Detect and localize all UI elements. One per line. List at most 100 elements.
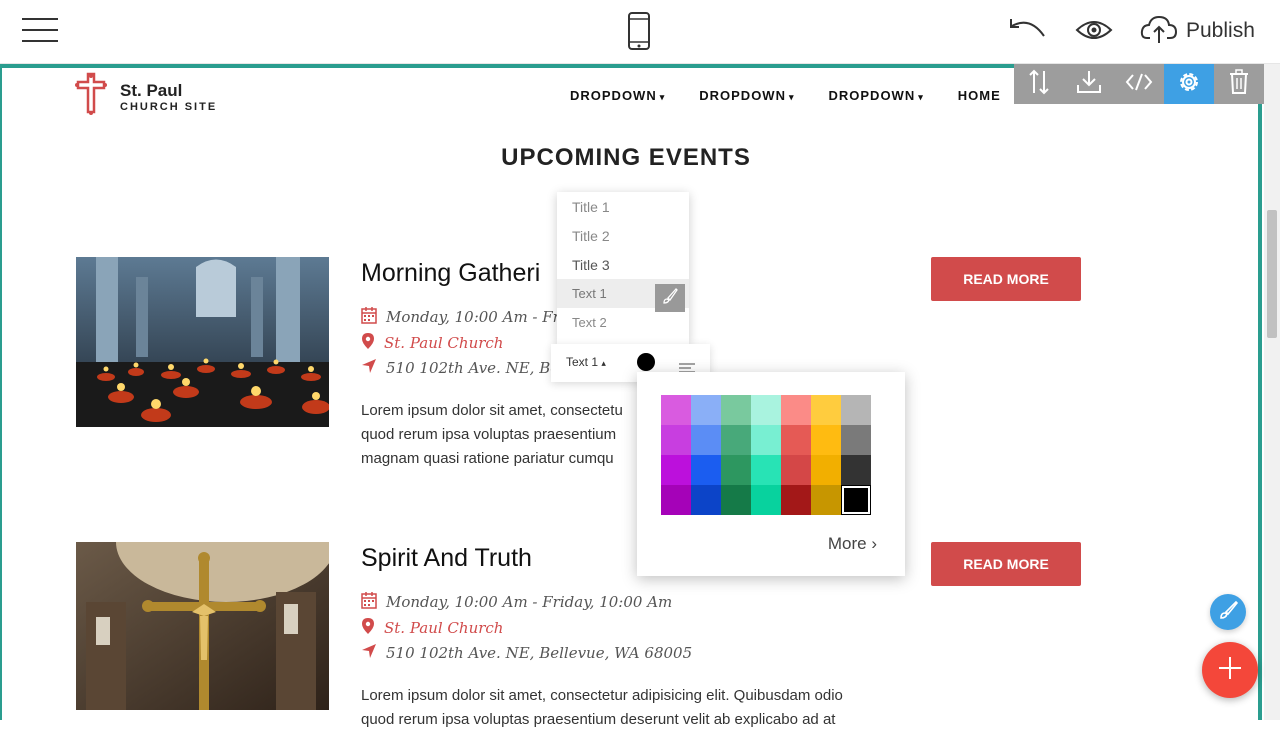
caret-up-icon: ▴ xyxy=(601,358,606,368)
event-place-text: St. Paul Church xyxy=(384,334,504,352)
calendar-icon xyxy=(361,591,377,613)
event-title[interactable]: Morning Gatheri xyxy=(361,259,540,288)
event-place: St. Paul Church xyxy=(361,617,503,639)
map-pin-icon xyxy=(361,332,375,354)
nav-item-dropdown-2[interactable]: DROPDOWN ▾ xyxy=(699,88,794,103)
nav-label: HOME xyxy=(957,88,1001,103)
color-swatch[interactable] xyxy=(691,395,721,425)
event-image-crucifix xyxy=(76,542,329,710)
color-swatch[interactable] xyxy=(811,425,841,455)
nav-item-dropdown-1[interactable]: DROPDOWN ▾ xyxy=(570,88,665,103)
color-swatch[interactable] xyxy=(661,395,691,425)
nav-label: DROPDOWN xyxy=(570,88,657,103)
gear-icon xyxy=(1176,69,1202,100)
download-button[interactable] xyxy=(1064,64,1114,104)
site-nav: DROPDOWN ▾ DROPDOWN ▾ DROPDOWN ▾ HOME xyxy=(570,88,1001,103)
theme-brush-button[interactable] xyxy=(1210,594,1246,630)
caret-down-icon: ▾ xyxy=(788,92,795,102)
color-swatch[interactable] xyxy=(721,455,751,485)
color-swatch[interactable] xyxy=(841,485,871,515)
description-line: quod rerum ipsa voluptas praesentium des… xyxy=(361,711,836,728)
mobile-view-icon[interactable] xyxy=(627,12,651,55)
color-swatch[interactable] xyxy=(661,455,691,485)
style-option-title-1[interactable]: Title 1 xyxy=(557,192,689,221)
more-colors-link[interactable]: More › xyxy=(828,534,877,554)
color-swatch[interactable] xyxy=(781,485,811,515)
settings-button[interactable] xyxy=(1164,64,1214,104)
trash-icon xyxy=(1228,68,1250,100)
color-swatch-grid xyxy=(661,395,871,515)
event-address-text: 510 102th Ave. NE, Belle xyxy=(386,359,578,377)
nav-label: DROPDOWN xyxy=(828,88,916,103)
map-pin-icon xyxy=(361,617,375,639)
editor-topbar: Publish xyxy=(0,0,1280,64)
color-swatch[interactable] xyxy=(751,455,781,485)
event-place: St. Paul Church xyxy=(361,332,503,354)
sort-arrows-icon xyxy=(1028,69,1050,100)
site-tagline: CHURCH SITE xyxy=(120,100,218,113)
preview-eye-icon[interactable] xyxy=(1075,18,1113,47)
site-brand[interactable]: St. Paul CHURCH SITE xyxy=(74,72,217,121)
scrollbar-thumb[interactable] xyxy=(1267,210,1277,338)
description-line: Lorem ipsum dolor sit amet, consectetur … xyxy=(361,687,843,704)
color-swatch[interactable] xyxy=(721,485,751,515)
color-swatch[interactable] xyxy=(751,395,781,425)
color-swatch[interactable] xyxy=(721,395,751,425)
color-swatch[interactable] xyxy=(721,425,751,455)
nav-item-dropdown-3[interactable]: DROPDOWN ▾ xyxy=(829,88,924,103)
color-swatch[interactable] xyxy=(751,485,781,515)
color-swatch[interactable] xyxy=(781,395,811,425)
read-more-button[interactable]: READ MORE xyxy=(931,257,1081,301)
read-more-button[interactable]: READ MORE xyxy=(931,542,1081,586)
event-date-text: Monday, 10:00 Am - Friday, 10:00 Am xyxy=(386,593,673,611)
color-swatch[interactable] xyxy=(781,425,811,455)
section-title[interactable]: UPCOMING EVENTS xyxy=(0,144,1252,172)
scrollbar-track[interactable] xyxy=(1264,64,1280,720)
color-swatch[interactable] xyxy=(781,455,811,485)
event-title[interactable]: Spirit And Truth xyxy=(361,544,532,573)
color-swatch[interactable] xyxy=(661,485,691,515)
color-swatch[interactable] xyxy=(841,395,871,425)
color-swatch[interactable] xyxy=(811,455,841,485)
event-image-candles xyxy=(76,257,329,427)
event-date: Monday, 10:00 Am - Frid xyxy=(361,306,574,328)
color-swatch[interactable] xyxy=(811,395,841,425)
publish-button[interactable]: Publish xyxy=(1140,14,1255,48)
undo-icon[interactable] xyxy=(1008,16,1048,49)
edit-style-button[interactable] xyxy=(655,284,685,312)
style-option-text-2[interactable]: Text 2 xyxy=(557,308,689,337)
color-swatch[interactable] xyxy=(691,455,721,485)
reorder-button[interactable] xyxy=(1014,64,1064,104)
caret-down-icon: ▾ xyxy=(659,92,666,102)
color-swatch[interactable] xyxy=(841,425,871,455)
site-name: St. Paul xyxy=(120,80,183,100)
event-description[interactable]: Lorem ipsum dolor sit amet, consectetur … xyxy=(361,684,921,732)
text-color-swatch[interactable] xyxy=(637,353,655,371)
event-place-text: St. Paul Church xyxy=(384,619,504,637)
cross-logo-icon xyxy=(74,72,108,121)
calendar-icon xyxy=(361,306,377,328)
color-swatch[interactable] xyxy=(811,485,841,515)
text-style-select[interactable]: Text 1 ▴ xyxy=(566,355,606,369)
style-option-title-3[interactable]: Title 3 xyxy=(557,250,689,279)
delete-button[interactable] xyxy=(1214,64,1264,104)
color-swatch[interactable] xyxy=(691,485,721,515)
publish-label: Publish xyxy=(1186,19,1255,42)
color-swatch[interactable] xyxy=(691,425,721,455)
brand-text: St. Paul CHURCH SITE xyxy=(120,81,217,113)
code-icon xyxy=(1125,72,1153,97)
event-date: Monday, 10:00 Am - Friday, 10:00 Am xyxy=(361,591,672,613)
color-swatch[interactable] xyxy=(661,425,691,455)
color-swatch[interactable] xyxy=(841,455,871,485)
plus-icon xyxy=(1217,655,1243,686)
event-address: 510 102th Ave. NE, Belle xyxy=(361,358,578,378)
code-button[interactable] xyxy=(1114,64,1164,104)
style-select-label: Text 1 xyxy=(566,355,599,369)
menu-icon[interactable] xyxy=(22,16,58,44)
color-swatch[interactable] xyxy=(751,425,781,455)
style-option-title-2[interactable]: Title 2 xyxy=(557,221,689,250)
nav-item-home[interactable]: HOME xyxy=(958,88,1001,103)
paintbrush-icon xyxy=(1218,600,1239,625)
text-style-menu: Title 1 Title 2 Title 3 Text 1 Text 2 xyxy=(557,192,689,344)
add-block-button[interactable] xyxy=(1202,642,1258,698)
